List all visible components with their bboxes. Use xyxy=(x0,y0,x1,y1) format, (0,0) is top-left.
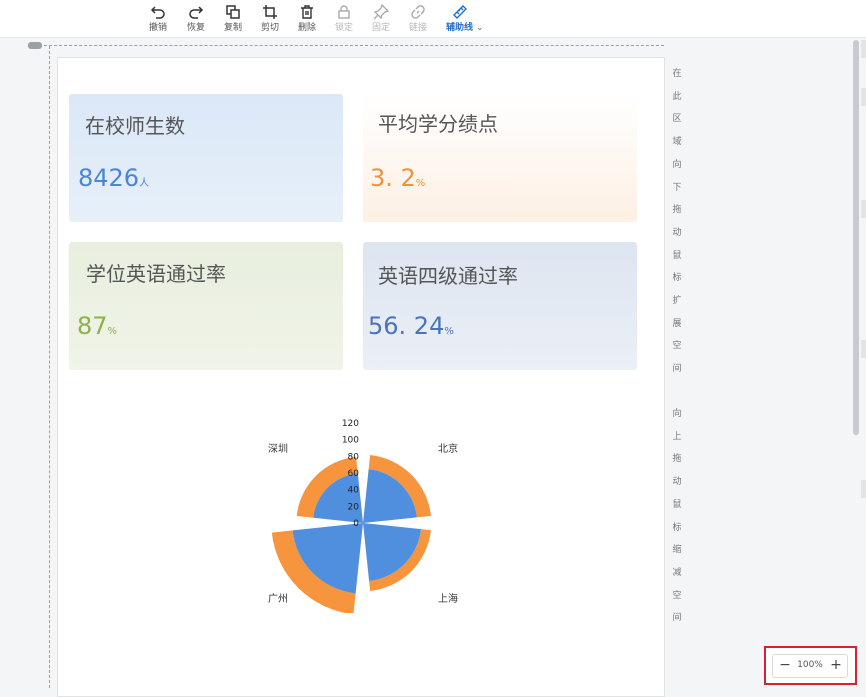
guides-label: 辅助线 ⌄ xyxy=(446,23,484,33)
hint-char: 间 xyxy=(672,364,682,375)
side-panel-tab[interactable] xyxy=(861,40,866,58)
chevron-down-icon: ⌄ xyxy=(476,23,484,33)
hint-char: 拖 xyxy=(672,205,682,216)
zoom-control: − 100% + xyxy=(772,654,848,678)
hint-char: 在 xyxy=(672,69,682,79)
hint-char: 域 xyxy=(672,137,682,148)
category-label: 广州 xyxy=(268,593,288,605)
side-panel-tab[interactable] xyxy=(861,340,866,358)
zoom-out-button[interactable]: − xyxy=(778,657,792,673)
toolbar: 撤销 恢复 复制 剪切 删除 锁定 固定 链接 辅助线 ⌄ xyxy=(0,0,866,38)
card-value: 8426人 xyxy=(78,164,150,192)
hint-char: 向 xyxy=(672,409,682,419)
hint-char: 向 xyxy=(672,159,682,170)
copy-button[interactable]: 复制 xyxy=(213,4,253,34)
category-label: 北京 xyxy=(438,442,458,455)
hint-char: 上 xyxy=(672,431,682,442)
hint-char: 动 xyxy=(672,477,682,488)
bar-sector-inner[interactable] xyxy=(363,523,422,582)
redo-icon xyxy=(176,4,216,22)
cut-button[interactable]: 剪切 xyxy=(250,4,290,34)
vertical-guide-line[interactable] xyxy=(49,46,50,688)
undo-label: 撤销 xyxy=(148,23,167,33)
guides-button[interactable]: 辅助线 ⌄ xyxy=(440,4,492,34)
link-button[interactable]: 链接 xyxy=(398,4,438,34)
polar-chart-svg: 北京上海 广州 深圳 0 20 40 60 80 100 120 xyxy=(268,419,458,615)
lock-label: 锁定 xyxy=(334,23,353,33)
card-title: 学位英语通过率 xyxy=(86,262,226,286)
radial-tick-label: 120 xyxy=(342,419,359,429)
pin-label: 固定 xyxy=(371,23,390,33)
zoom-percentage[interactable]: 100% xyxy=(793,660,827,670)
zoom-in-button[interactable]: + xyxy=(829,657,843,673)
lock-button[interactable]: 锁定 xyxy=(324,4,364,34)
cut-label: 剪切 xyxy=(260,23,279,33)
card-teacher-student-count[interactable]: 在校师生数 8426人 xyxy=(69,94,343,222)
link-label: 链接 xyxy=(408,23,427,33)
canvas-resize-hint: 在此区域向下拖动鼠标扩展空间向上拖动鼠标缩减空间 xyxy=(668,60,686,624)
redo-button[interactable]: 恢复 xyxy=(176,4,216,34)
hint-char: 展 xyxy=(672,318,682,329)
hint-char: 此 xyxy=(672,91,682,102)
radial-tick-label: 20 xyxy=(348,502,360,512)
card-degree-english-pass-rate[interactable]: 学位英语通过率 87% xyxy=(69,242,343,370)
radial-tick-label: 100 xyxy=(342,436,359,446)
vertical-scrollbar[interactable] xyxy=(853,40,859,435)
hint-char: 动 xyxy=(672,227,682,238)
side-panel-tab[interactable] xyxy=(861,200,866,218)
crop-icon xyxy=(250,4,290,22)
design-canvas[interactable]: 在校师生数 8426人 平均学分绩点 3. 2% 学位英语通过率 87% 英语四… xyxy=(57,57,665,697)
polar-bar-chart[interactable]: 北京上海 广州 深圳 0 20 40 60 80 100 120 xyxy=(258,413,478,615)
card-title: 英语四级通过率 xyxy=(378,264,518,288)
radial-tick-label: 0 xyxy=(353,519,359,529)
card-value: 56. 24% xyxy=(368,312,454,340)
hint-char: 区 xyxy=(672,114,682,125)
hint-char: 拖 xyxy=(672,454,682,465)
trash-icon xyxy=(287,4,327,22)
hint-char: 标 xyxy=(672,522,682,533)
hint-char: 标 xyxy=(672,273,682,284)
ruler-handle[interactable] xyxy=(28,42,42,49)
radial-tick-label: 40 xyxy=(348,486,360,496)
lock-icon xyxy=(324,4,364,22)
zoom-control-highlight: − 100% + xyxy=(764,646,857,685)
card-title: 平均学分绩点 xyxy=(378,112,498,136)
hint-char: 鼠 xyxy=(672,499,682,510)
radial-tick-label: 60 xyxy=(348,469,360,479)
pin-button[interactable]: 固定 xyxy=(361,3,401,34)
delete-label: 删除 xyxy=(297,23,316,33)
link-icon xyxy=(398,4,438,22)
card-value: 87% xyxy=(77,312,118,340)
card-cet4-pass-rate[interactable]: 英语四级通过率 56. 24% xyxy=(363,242,637,370)
card-title: 在校师生数 xyxy=(85,114,185,138)
delete-button[interactable]: 删除 xyxy=(287,4,327,34)
hint-char: 扩 xyxy=(672,296,682,306)
undo-button[interactable]: 撤销 xyxy=(138,4,178,34)
redo-label: 恢复 xyxy=(186,23,205,33)
card-value: 3. 2% xyxy=(370,164,426,192)
category-label: 上海 xyxy=(438,592,458,605)
hint-char: 间 xyxy=(672,613,682,624)
horizontal-guide-line[interactable] xyxy=(44,45,664,46)
hint-char: 空 xyxy=(672,590,682,601)
copy-label: 复制 xyxy=(223,23,242,33)
side-panel-tab[interactable] xyxy=(861,480,866,498)
category-label: 深圳 xyxy=(268,443,288,455)
hint-char: 下 xyxy=(672,182,682,193)
radial-tick-label: 80 xyxy=(348,452,360,462)
hint-char: 鼠 xyxy=(672,250,682,261)
undo-icon xyxy=(138,4,178,22)
ruler-icon xyxy=(440,4,492,22)
copy-icon xyxy=(213,4,253,22)
pin-icon xyxy=(361,3,401,22)
side-panel-tab[interactable] xyxy=(861,88,866,106)
card-average-gpa[interactable]: 平均学分绩点 3. 2% xyxy=(363,94,637,222)
hint-char: 缩 xyxy=(672,545,682,556)
hint-char: 空 xyxy=(672,341,682,352)
hint-char: 减 xyxy=(672,567,682,578)
